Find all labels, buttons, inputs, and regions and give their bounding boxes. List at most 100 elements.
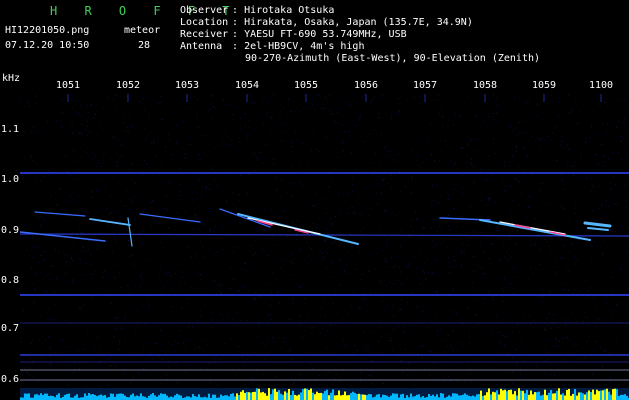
noise-pixel (284, 162, 286, 164)
noise-pixel (286, 193, 288, 195)
noise-pixel (377, 157, 379, 159)
noise-pixel (158, 115, 160, 117)
noise-pixel (493, 138, 495, 140)
noise-pixel (289, 183, 291, 184)
noise-pixel (159, 355, 160, 357)
noise-pixel (273, 337, 275, 339)
noise-pixel (349, 378, 351, 380)
noise-pixel (466, 164, 468, 166)
noise-pixel (321, 259, 323, 261)
noise-pixel (313, 185, 315, 187)
receiver-label: Receiver (180, 29, 229, 40)
noise-pixel (275, 376, 277, 378)
noise-pixel (385, 286, 387, 288)
noise-pixel (460, 301, 462, 303)
noise-pixel (65, 215, 66, 217)
strength-bar (480, 390, 482, 400)
noise-pixel (116, 309, 118, 311)
noise-pixel (537, 104, 538, 106)
strength-bar (246, 391, 248, 400)
strength-bar (346, 395, 348, 400)
noise-pixel (346, 213, 348, 215)
noise-pixel (568, 148, 570, 150)
noise-pixel (96, 103, 98, 105)
noise-pixel (422, 227, 424, 229)
noise-pixel (222, 138, 224, 140)
noise-pixel (506, 251, 508, 253)
noise-pixel (22, 309, 24, 311)
noise-pixel (72, 241, 74, 242)
noise-pixel (592, 209, 594, 211)
noise-pixel (421, 310, 423, 312)
noise-pixel (25, 237, 27, 239)
noise-pixel (79, 229, 81, 231)
noise-pixel (126, 126, 128, 128)
noise-pixel (116, 153, 118, 155)
noise-pixel (292, 223, 294, 225)
noise-pixel (548, 289, 550, 291)
noise-pixel (283, 107, 285, 109)
strength-bar (134, 396, 136, 400)
noise-pixel (112, 364, 114, 366)
strength-bar (520, 390, 522, 400)
noise-pixel (508, 144, 510, 145)
noise-pixel (275, 103, 277, 105)
noise-pixel (550, 252, 552, 254)
noise-pixel (204, 305, 206, 307)
noise-pixel (560, 144, 562, 146)
noise-pixel (563, 289, 565, 291)
noise-pixel (480, 194, 482, 196)
noise-pixel (146, 163, 148, 165)
noise-pixel (375, 211, 377, 213)
noise-pixel (447, 247, 448, 249)
noise-pixel (307, 167, 309, 169)
noise-pixel (319, 217, 321, 219)
noise-pixel (577, 350, 579, 352)
noise-pixel (299, 315, 301, 317)
noise-pixel (494, 153, 496, 155)
noise-pixel (465, 345, 467, 347)
strength-bar (164, 393, 166, 400)
strength-bar (274, 388, 276, 400)
noise-pixel (585, 138, 587, 140)
noise-pixel (462, 147, 464, 149)
noise-pixel (292, 298, 294, 300)
noise-pixel (477, 265, 479, 267)
noise-pixel (558, 114, 560, 116)
noise-pixel (167, 342, 169, 343)
noise-pixel (192, 326, 193, 328)
noise-pixel (99, 124, 101, 126)
noise-pixel (233, 325, 235, 327)
noise-pixel (22, 175, 23, 177)
noise-pixel (535, 242, 537, 244)
noise-pixel (306, 165, 308, 167)
noise-pixel (336, 112, 338, 114)
noise-pixel (493, 341, 495, 343)
freq-tick: 0.9 (1, 225, 20, 236)
noise-pixel (371, 291, 373, 293)
noise-pixel (154, 125, 156, 126)
strength-bar (598, 391, 600, 400)
noise-pixel (285, 367, 287, 368)
noise-pixel (460, 253, 462, 255)
observer-label: Observer (180, 5, 229, 16)
noise-pixel (213, 280, 215, 282)
noise-pixel (439, 160, 440, 162)
noise-pixel (560, 257, 562, 259)
noise-pixel (65, 254, 67, 256)
noise-pixel (124, 318, 125, 320)
noise-pixel (149, 374, 151, 376)
noise-pixel (106, 225, 108, 226)
noise-pixel (418, 288, 419, 290)
noise-pixel (433, 246, 435, 248)
noise-pixel (538, 264, 540, 265)
noise-pixel (270, 291, 272, 293)
noise-pixel (452, 287, 454, 289)
noise-pixel (463, 327, 465, 329)
strength-bar (132, 393, 134, 400)
noise-pixel (384, 113, 386, 115)
noise-pixel (257, 296, 259, 298)
noise-pixel (354, 214, 356, 216)
noise-pixel (436, 202, 438, 203)
noise-pixel (514, 96, 516, 98)
